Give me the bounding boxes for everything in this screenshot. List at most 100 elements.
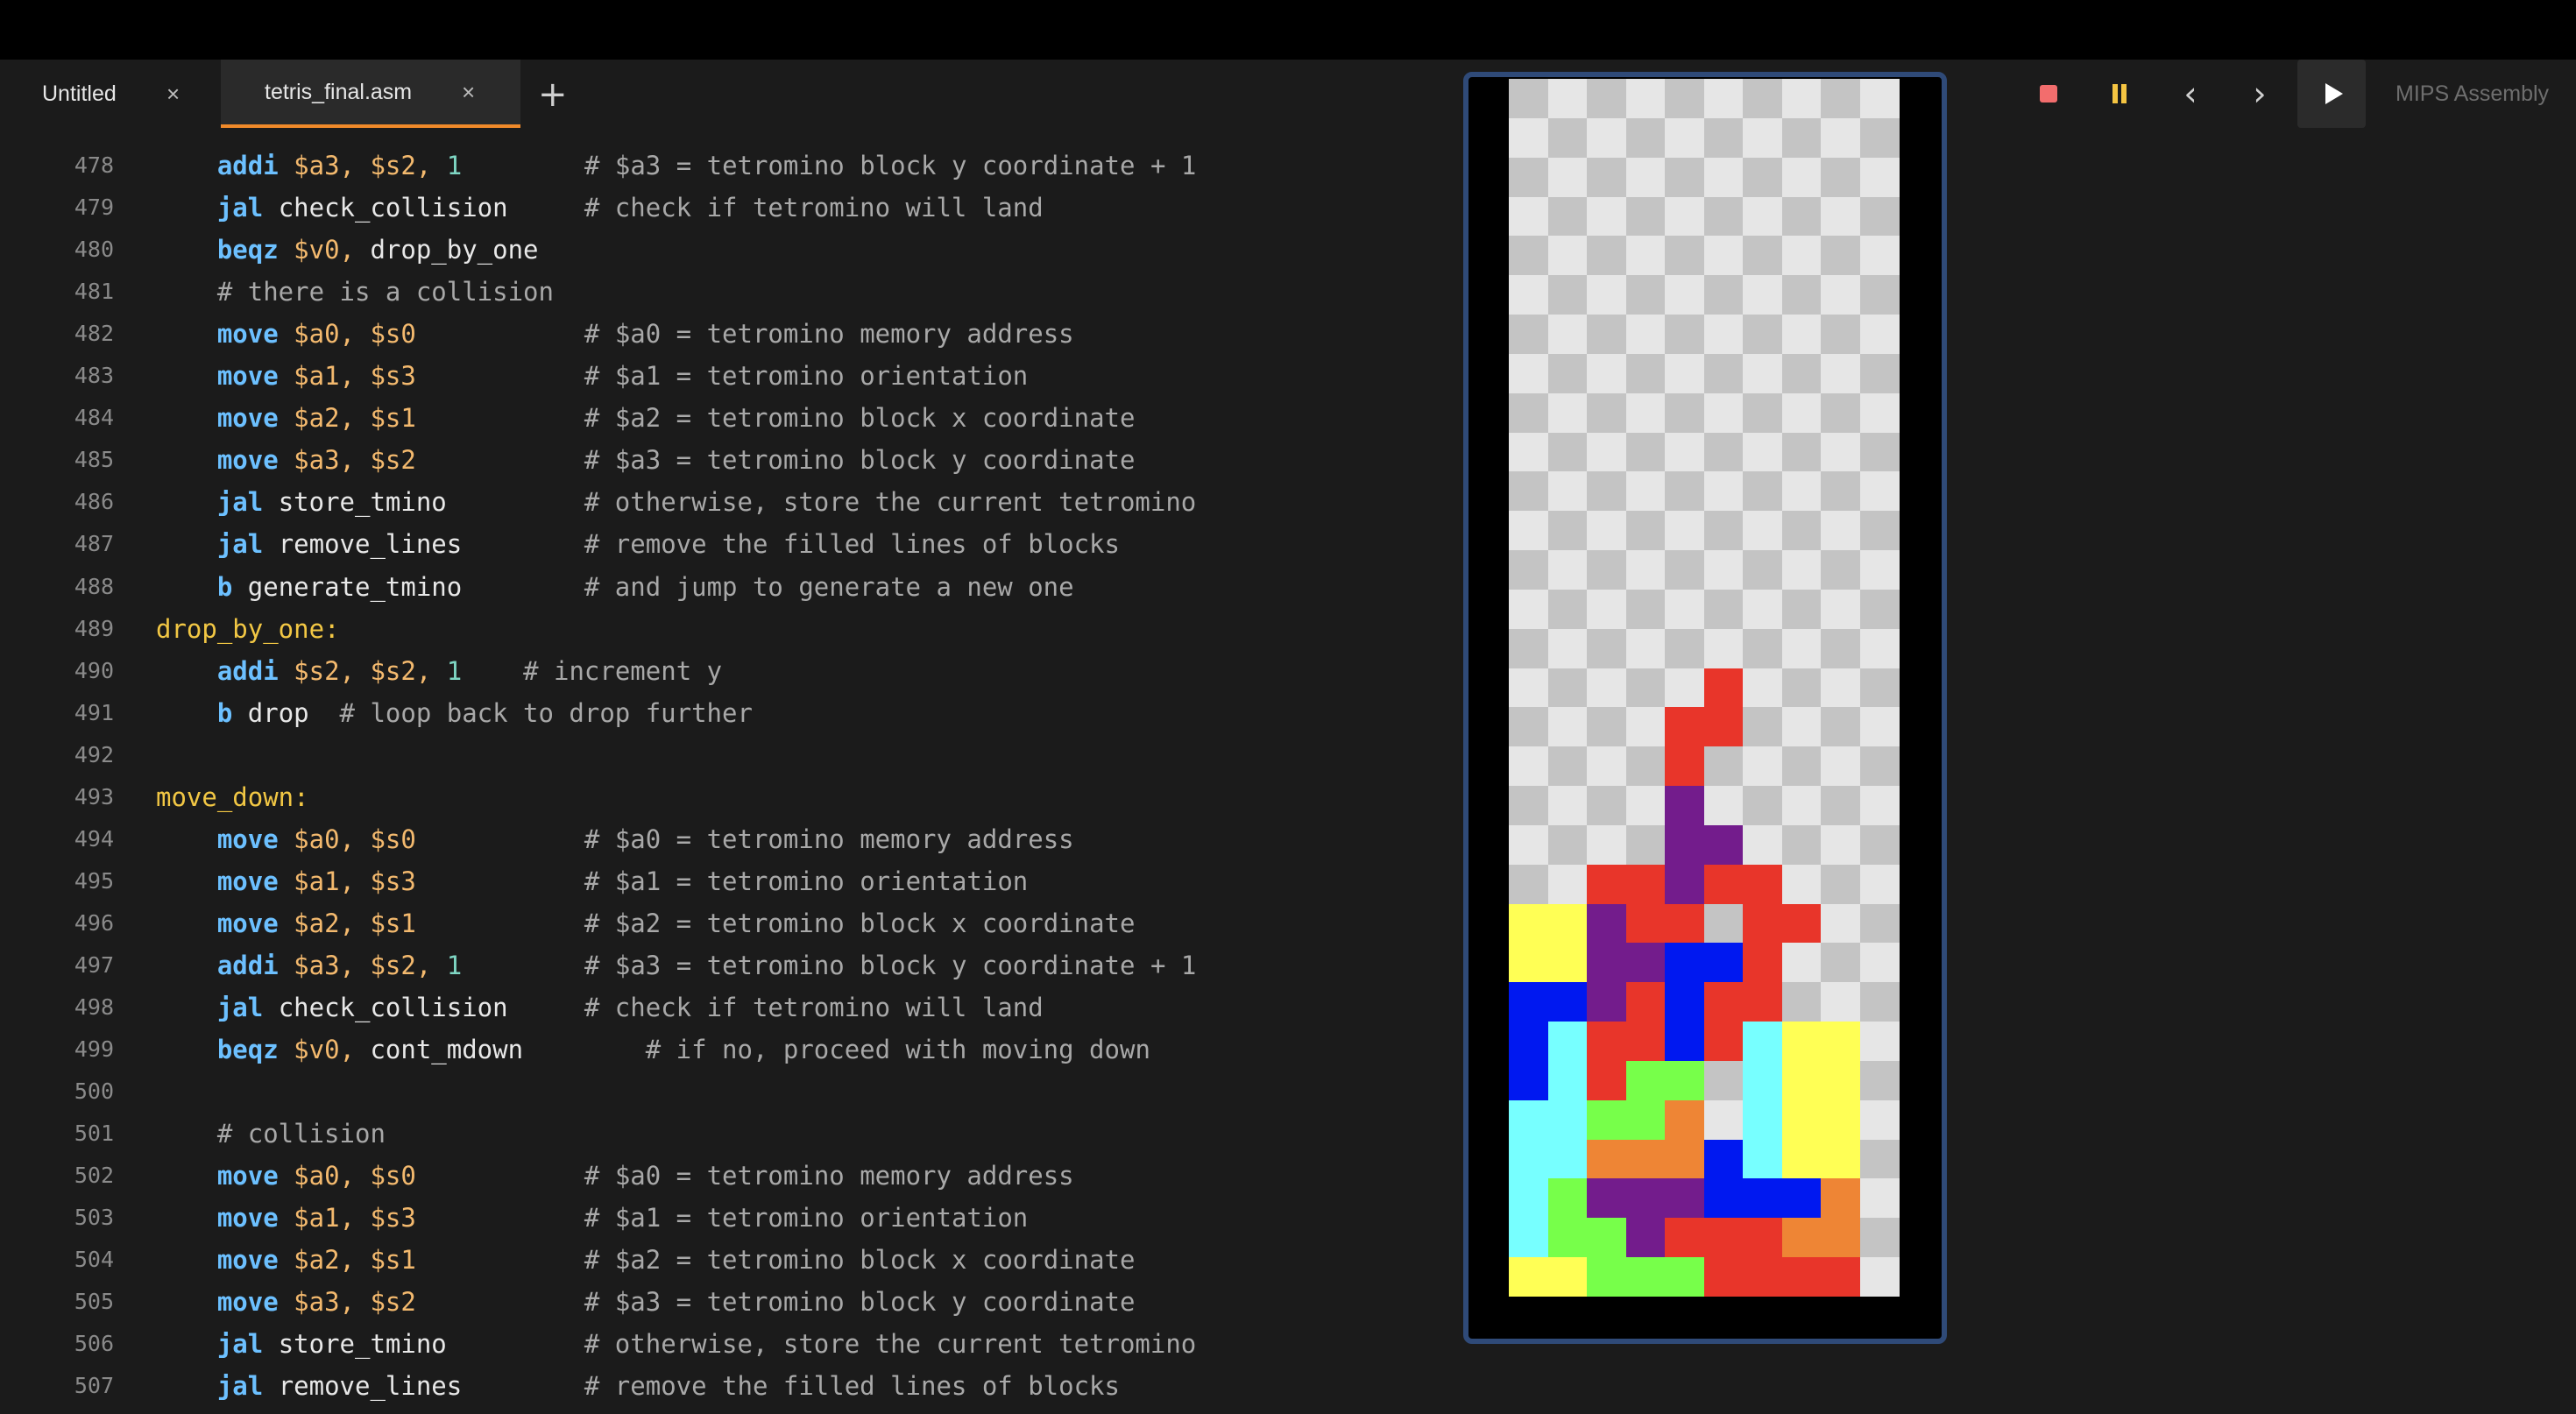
board-empty-cell <box>1859 1139 1900 1179</box>
language-label[interactable]: MIPS Assembly <box>2396 60 2549 128</box>
board-empty-cell <box>1509 117 1548 159</box>
board-empty-cell <box>1665 275 1704 315</box>
step-forward-button[interactable]: › <box>2226 60 2294 128</box>
board-empty-cell <box>1509 157 1548 197</box>
code-token: check_collision <box>263 193 584 223</box>
code-token: store_tmino <box>263 487 584 518</box>
board-empty-cell <box>1665 511 1704 551</box>
board-empty-cell <box>1781 824 1822 866</box>
board-empty-cell <box>1625 589 1666 630</box>
code-token: # $a1 = tetromino orientation <box>584 361 1029 392</box>
code-token: # $a3 = tetromino block y coordinate + 1 <box>584 950 1197 980</box>
board-empty-cell <box>1509 236 1548 276</box>
board-empty-cell <box>1859 1178 1900 1219</box>
board-empty-cell <box>1587 550 1626 590</box>
board-empty-cell <box>1587 824 1626 866</box>
code-token: move <box>216 445 279 476</box>
board-empty-cell <box>1509 746 1548 787</box>
chevron-left-icon: ‹ <box>2183 74 2197 113</box>
line-number: 493 <box>74 783 114 810</box>
tetromino-block <box>1547 982 1588 1022</box>
board-empty-cell <box>1509 628 1548 669</box>
board-empty-cell <box>1781 707 1822 747</box>
code-token: b <box>216 697 233 728</box>
tetromino-block <box>1587 903 1626 944</box>
board-empty-cell <box>1587 589 1626 630</box>
board-empty-cell <box>1547 275 1588 315</box>
code-token: jal <box>216 1371 264 1402</box>
tetromino-block <box>1743 903 1782 944</box>
board-empty-cell <box>1625 550 1666 590</box>
board-empty-cell <box>1743 432 1782 472</box>
board-empty-cell <box>1665 315 1704 355</box>
board-empty-cell <box>1625 196 1666 237</box>
line-number: 497 <box>74 951 114 978</box>
tab-untitled[interactable]: Untitled × <box>0 60 221 128</box>
tab-tetris-final-asm[interactable]: tetris_final.asm × <box>221 60 520 128</box>
board-empty-cell <box>1821 903 1860 944</box>
tetromino-block <box>1703 1218 1744 1258</box>
board-empty-cell <box>1625 275 1666 315</box>
board-empty-cell <box>1781 79 1822 119</box>
board-empty-cell <box>1587 786 1626 826</box>
run-button[interactable] <box>2297 60 2366 128</box>
board-empty-cell <box>1781 315 1822 355</box>
tetromino-block <box>1587 1139 1626 1179</box>
close-icon[interactable]: × <box>462 79 475 106</box>
stop-button[interactable] <box>2014 60 2083 128</box>
code-text: addi $s2, $s2, 1 # increment y <box>156 650 722 692</box>
tetromino-block <box>1781 1060 1822 1101</box>
board-empty-cell <box>1587 117 1626 159</box>
board-empty-cell <box>1859 471 1900 512</box>
code-editor[interactable]: 478 addi $a3, $s2, 1 # $a3 = tetromino b… <box>0 128 1454 1414</box>
line-number: 502 <box>74 1163 114 1189</box>
code-text: drop_by_one: <box>156 608 340 650</box>
pause-button[interactable] <box>2085 60 2154 128</box>
tetromino-block <box>1665 864 1704 905</box>
tetromino-block <box>1625 903 1666 944</box>
board-empty-cell <box>1625 432 1666 472</box>
step-back-button[interactable]: ‹ <box>2156 60 2225 128</box>
code-text: jal remove_lines # remove the filled lin… <box>156 1365 1120 1407</box>
board-empty-cell <box>1625 707 1666 747</box>
code-token: $s3 <box>370 866 416 896</box>
code-token: check_collision <box>263 993 584 1022</box>
board-empty-cell <box>1665 628 1704 669</box>
board-empty-cell <box>1587 707 1626 747</box>
board-empty-cell <box>1587 511 1626 551</box>
new-tab-button[interactable]: + <box>538 70 568 119</box>
tetromino-block <box>1743 943 1782 983</box>
tetromino-block <box>1781 903 1822 944</box>
code-token: $a1, <box>294 361 355 392</box>
tetromino-block <box>1781 1099 1822 1141</box>
code-token: b <box>216 571 233 602</box>
board-empty-cell <box>1665 471 1704 512</box>
code-token: # otherwise, store the current tetromino <box>584 487 1197 518</box>
board-empty-cell <box>1665 117 1704 159</box>
code-token: jal <box>216 993 264 1022</box>
board-empty-cell <box>1859 668 1900 708</box>
line-number: 484 <box>74 405 114 431</box>
code-text: jal check_collision # check if tetromino… <box>156 986 1044 1029</box>
board-empty-cell <box>1509 550 1548 590</box>
close-icon[interactable]: × <box>166 81 180 108</box>
code-token: addi <box>216 655 279 686</box>
code-token: $s2, <box>370 655 432 686</box>
board-empty-cell <box>1509 864 1548 905</box>
code-token: # $a2 = tetromino block x coordinate <box>584 403 1136 434</box>
board-empty-cell <box>1821 353 1860 394</box>
